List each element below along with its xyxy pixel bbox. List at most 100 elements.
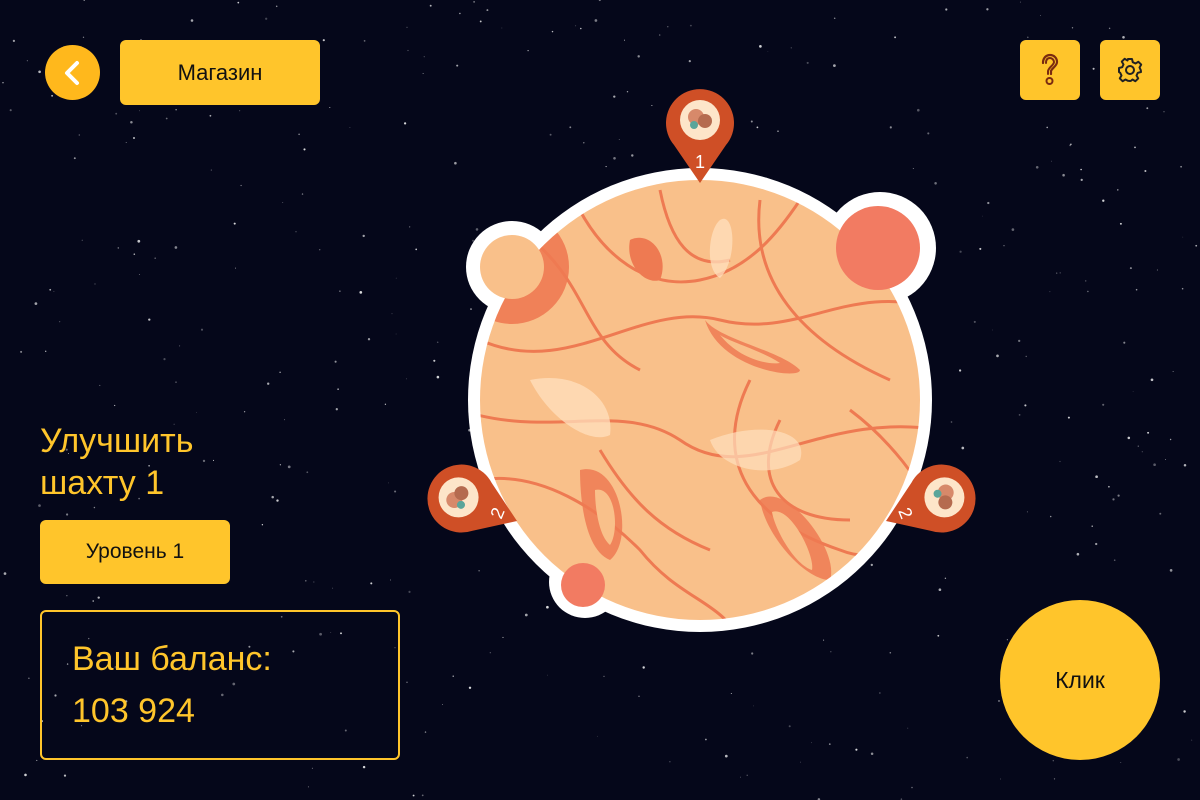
star xyxy=(1183,463,1187,467)
question-icon xyxy=(1041,53,1059,85)
star xyxy=(828,743,831,745)
star xyxy=(1180,165,1182,168)
star xyxy=(894,36,897,39)
star xyxy=(1040,15,1041,17)
mine-pin-1-number: 1 xyxy=(695,152,705,172)
star xyxy=(1129,267,1132,270)
star xyxy=(99,384,101,386)
balance-panel: Ваш баланс: 103 924 xyxy=(40,610,400,760)
star xyxy=(1025,355,1027,358)
crater xyxy=(480,235,544,299)
star xyxy=(830,650,832,653)
star xyxy=(395,277,397,279)
star xyxy=(1070,143,1072,146)
shop-button[interactable]: Магазин xyxy=(120,40,320,105)
star xyxy=(1102,199,1105,202)
level-button[interactable]: Уровень 1 xyxy=(40,520,230,584)
star xyxy=(442,703,443,705)
star xyxy=(318,248,321,251)
star xyxy=(332,587,334,589)
star xyxy=(406,681,408,684)
star xyxy=(179,345,181,347)
star xyxy=(20,350,23,353)
help-button[interactable] xyxy=(1020,40,1080,100)
star xyxy=(806,61,809,64)
star xyxy=(1112,498,1115,501)
star xyxy=(945,8,948,11)
balance-label: Ваш баланс: xyxy=(72,640,272,678)
star xyxy=(311,767,313,769)
star xyxy=(1182,236,1184,238)
star xyxy=(78,134,80,136)
star xyxy=(36,759,38,761)
star xyxy=(367,338,371,341)
star xyxy=(165,117,168,120)
settings-button[interactable] xyxy=(1100,40,1160,100)
star xyxy=(261,524,264,526)
star xyxy=(34,302,38,305)
star xyxy=(429,4,432,7)
star xyxy=(295,231,297,233)
star xyxy=(486,9,489,12)
back-button[interactable] xyxy=(45,45,100,100)
star xyxy=(669,761,671,763)
star xyxy=(623,39,626,41)
star xyxy=(1120,762,1122,763)
star xyxy=(879,692,881,694)
star xyxy=(637,55,640,58)
star xyxy=(575,25,577,27)
star xyxy=(117,247,120,249)
star xyxy=(468,686,472,689)
star xyxy=(999,778,1001,780)
star xyxy=(1062,173,1065,177)
level-button-label: Уровень 1 xyxy=(85,540,185,563)
star xyxy=(403,122,407,125)
star xyxy=(767,51,769,52)
star xyxy=(1132,391,1134,392)
planet[interactable]: 1 2 2 xyxy=(420,80,1000,640)
star xyxy=(362,765,366,769)
star xyxy=(1169,438,1172,441)
click-button-label: Клик xyxy=(1055,666,1105,693)
star xyxy=(391,313,393,315)
star xyxy=(855,748,858,751)
star xyxy=(303,148,306,151)
star xyxy=(1011,228,1015,231)
star xyxy=(1024,404,1027,407)
star xyxy=(1059,272,1061,274)
click-button[interactable]: Клик xyxy=(1000,600,1160,760)
mine-pin-1[interactable]: 1 xyxy=(666,89,734,183)
star xyxy=(133,253,136,255)
star xyxy=(790,47,792,49)
star xyxy=(1006,639,1009,641)
star xyxy=(1169,569,1173,572)
star xyxy=(1095,475,1098,479)
star xyxy=(833,64,836,67)
star xyxy=(1003,245,1005,247)
star xyxy=(395,333,397,335)
star xyxy=(279,371,281,374)
star xyxy=(196,412,197,413)
star xyxy=(235,267,236,269)
star xyxy=(267,382,270,385)
star xyxy=(1113,559,1116,561)
star xyxy=(642,666,645,669)
star xyxy=(730,693,732,694)
star xyxy=(1146,107,1149,110)
star xyxy=(313,581,315,583)
star xyxy=(301,193,304,195)
star xyxy=(1117,494,1120,497)
star xyxy=(422,73,424,74)
star xyxy=(305,580,307,582)
star xyxy=(1052,760,1055,762)
upgrade-title-line2: шахту 1 xyxy=(40,464,165,502)
star xyxy=(1084,280,1087,282)
star xyxy=(12,39,16,43)
star xyxy=(275,5,278,8)
star xyxy=(388,482,389,484)
star xyxy=(38,504,41,507)
star xyxy=(1076,552,1080,556)
star xyxy=(133,137,135,139)
star xyxy=(210,169,212,171)
star xyxy=(1071,27,1074,29)
